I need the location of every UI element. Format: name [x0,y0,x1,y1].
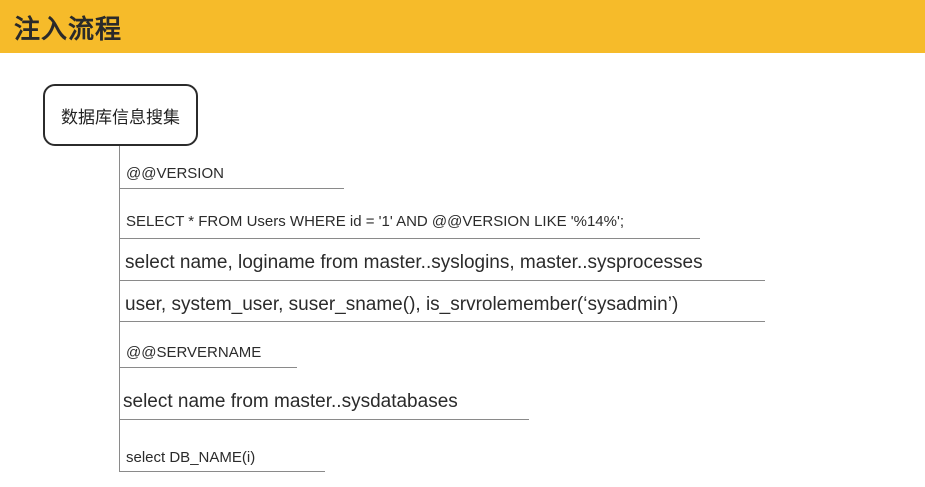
branch-syslogins-query: select name, loginame from master..syslo… [120,248,765,281]
branch-servername: @@SERVERNAME [120,340,297,368]
root-node-label: 数据库信息搜集 [61,107,180,128]
branch-db-name: select DB_NAME(i) [120,443,325,472]
title-bar: 注入流程 [0,0,925,53]
branch-sysdatabases-query: select name from master..sysdatabases [120,387,529,420]
slide-title: 注入流程 [14,15,123,45]
branch-version: @@VERSION [120,160,344,189]
root-node-database-info-gathering: 数据库信息搜集 [43,84,198,146]
branch-version-select-query: SELECT * FROM Users WHERE id = '1' AND @… [120,206,700,239]
branch-user-functions: user, system_user, suser_sname(), is_srv… [120,290,765,322]
